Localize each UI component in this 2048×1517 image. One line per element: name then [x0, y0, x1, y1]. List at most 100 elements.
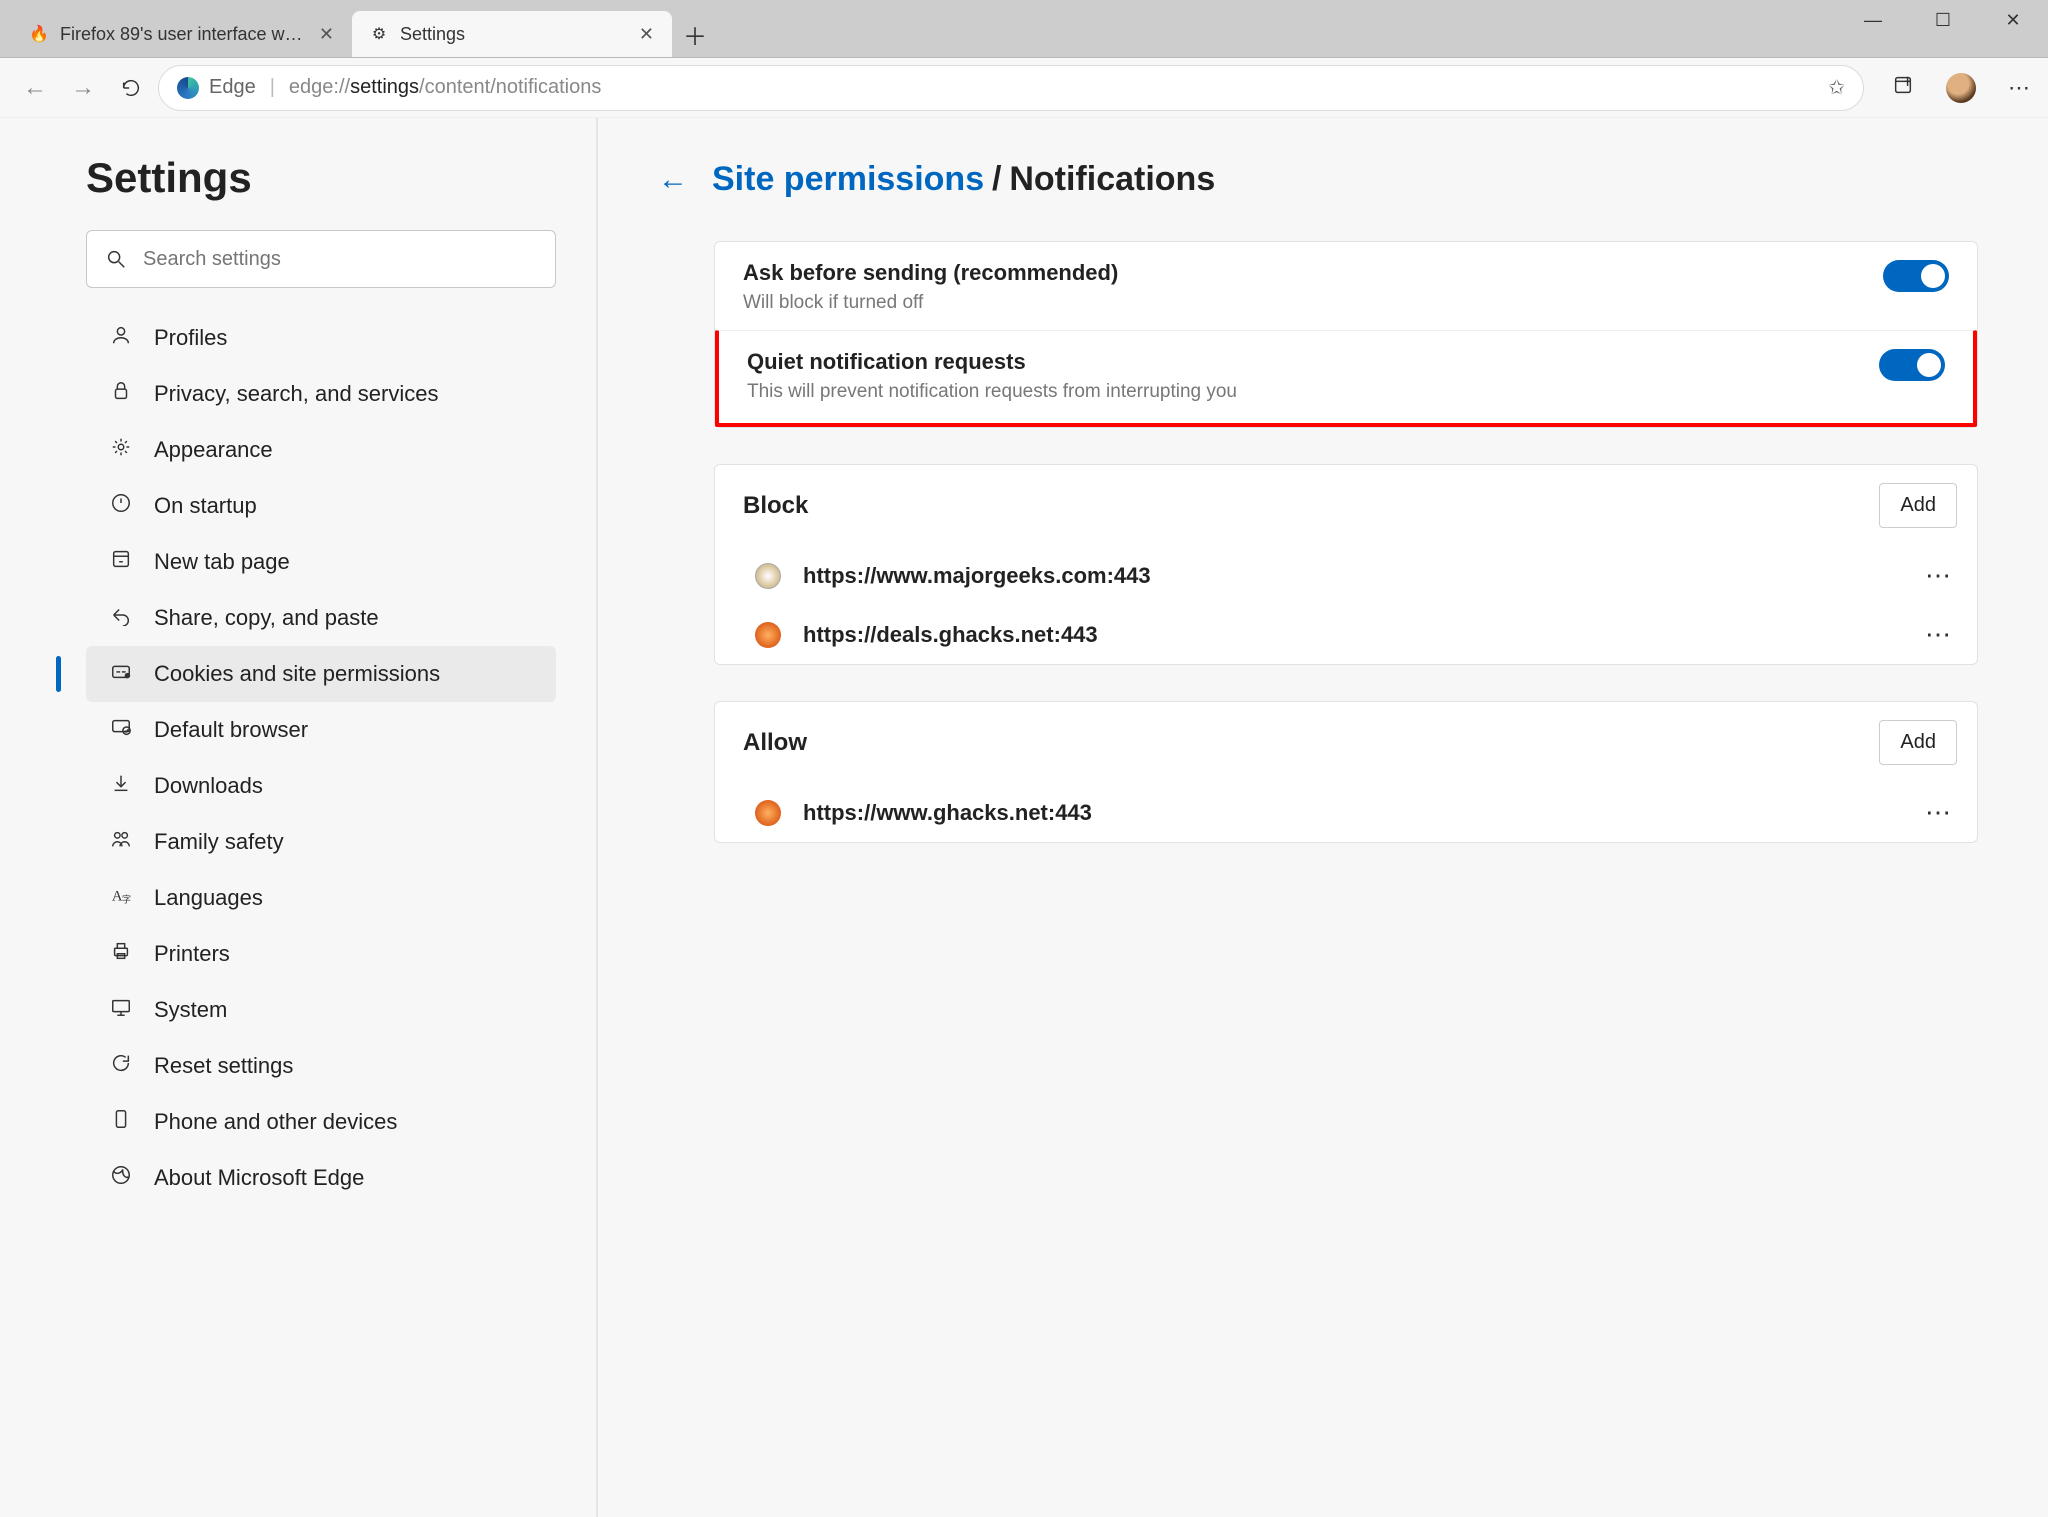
allow-card: Allow Add https://www.ghacks.net:443 ⋯ [714, 701, 1978, 843]
site-more-button[interactable]: ⋯ [1925, 560, 1953, 591]
tab-firefox[interactable]: 🔥 Firefox 89's user interface will be ✕ [12, 11, 352, 57]
site-row: https://www.majorgeeks.com:443⋯ [715, 546, 1977, 605]
refresh-button[interactable] [110, 67, 152, 109]
sidebar-item-icon [108, 828, 134, 856]
site-more-button[interactable]: ⋯ [1925, 619, 1953, 650]
settings-main: ← Site permissions / Notifications Ask b… [598, 118, 2048, 1517]
sidebar-item-label: Profiles [154, 325, 227, 351]
sidebar-item-label: Appearance [154, 437, 273, 463]
back-arrow-icon[interactable]: ← [658, 163, 688, 197]
sidebar-item-printers[interactable]: Printers [86, 926, 556, 982]
sidebar-item-label: Reset settings [154, 1053, 293, 1079]
sidebar-item-label: About Microsoft Edge [154, 1165, 364, 1191]
site-url: https://deals.ghacks.net:443 [803, 622, 1903, 648]
site-favicon [755, 563, 781, 589]
breadcrumb-current: Notifications [1009, 160, 1215, 198]
sidebar-item-label: Share, copy, and paste [154, 605, 379, 631]
maximize-button[interactable]: ☐ [1908, 0, 1978, 57]
sidebar-item-icon [108, 324, 134, 352]
notification-settings-card: Ask before sending (recommended) Will bl… [714, 241, 1978, 428]
search-input[interactable] [143, 248, 537, 271]
sidebar-item-label: Phone and other devices [154, 1109, 397, 1135]
sidebar-item-family-safety[interactable]: Family safety [86, 814, 556, 870]
sidebar-item-cookies-and-site-permissions[interactable]: Cookies and site permissions [86, 646, 556, 702]
address-bar-row: ← → Edge | edge://settings/content/notif… [0, 58, 2048, 118]
setting-quiet-notifications: Quiet notification requests This will pr… [715, 330, 1977, 427]
sidebar-item-about-microsoft-edge[interactable]: About Microsoft Edge [86, 1150, 556, 1206]
sidebar-item-label: Downloads [154, 773, 263, 799]
sidebar-item-icon [108, 1052, 134, 1080]
setting-ask-before-sending: Ask before sending (recommended) Will bl… [715, 242, 1977, 334]
svg-text:字: 字 [122, 893, 131, 904]
refresh-icon [120, 77, 142, 99]
sidebar-item-icon [108, 548, 134, 576]
search-settings-box[interactable] [86, 230, 556, 288]
sidebar-item-appearance[interactable]: Appearance [86, 422, 556, 478]
sidebar-item-reset-settings[interactable]: Reset settings [86, 1038, 556, 1094]
toggle-quiet-notifications[interactable] [1879, 349, 1945, 381]
setting-title: Quiet notification requests [747, 349, 1859, 375]
site-url: https://www.ghacks.net:443 [803, 800, 1903, 826]
page-title: Settings [86, 154, 556, 202]
breadcrumb-parent-link[interactable]: Site permissions [712, 160, 984, 198]
sidebar-item-label: Privacy, search, and services [154, 381, 438, 407]
window-controls: — ☐ ✕ [1838, 0, 2048, 57]
close-icon[interactable]: ✕ [633, 22, 660, 47]
sidebar-item-privacy-search-and-services[interactable]: Privacy, search, and services [86, 366, 556, 422]
block-header: Block Add [715, 465, 1977, 546]
more-menu-button[interactable]: ⋯ [2004, 75, 2034, 101]
toggle-ask-before-sending[interactable] [1883, 260, 1949, 292]
collections-icon[interactable] [1888, 74, 1918, 102]
sidebar-item-icon [108, 604, 134, 632]
sidebar-item-system[interactable]: System [86, 982, 556, 1038]
title-bar: 🔥 Firefox 89's user interface will be ✕ … [0, 0, 2048, 58]
site-more-button[interactable]: ⋯ [1925, 797, 1953, 828]
setting-desc: Will block if turned off [743, 292, 1863, 314]
tabs: 🔥 Firefox 89's user interface will be ✕ … [0, 0, 718, 57]
new-tab-button[interactable]: ＋ [672, 11, 718, 57]
sidebar-item-downloads[interactable]: Downloads [86, 758, 556, 814]
sidebar-item-icon [108, 492, 134, 520]
sidebar-item-icon [108, 716, 134, 744]
sidebar-item-label: Languages [154, 885, 263, 911]
favorite-button[interactable]: ✩ [1828, 75, 1845, 100]
sidebar-item-label: System [154, 997, 227, 1023]
minimize-button[interactable]: — [1838, 0, 1908, 57]
site-row: https://deals.ghacks.net:443 ⋯ [715, 605, 1977, 664]
sidebar-item-label: On startup [154, 493, 257, 519]
tab-settings[interactable]: ⚙ Settings ✕ [352, 11, 672, 57]
sidebar-item-icon [108, 660, 134, 688]
close-window-button[interactable]: ✕ [1978, 0, 2048, 57]
add-block-button[interactable]: Add [1879, 483, 1957, 528]
sidebar-item-share-copy-and-paste[interactable]: Share, copy, and paste [86, 590, 556, 646]
address-bar[interactable]: Edge | edge://settings/content/notificat… [158, 65, 1864, 111]
search-icon [105, 248, 127, 270]
sidebar-item-icon [108, 1108, 134, 1136]
sidebar-item-languages[interactable]: A字Languages [86, 870, 556, 926]
url-display: edge://settings/content/notifications [289, 76, 601, 99]
allow-header: Allow Add [715, 702, 1977, 783]
sidebar-item-phone-and-other-devices[interactable]: Phone and other devices [86, 1094, 556, 1150]
edge-chip: Edge [177, 76, 256, 99]
site-row: https://www.ghacks.net:443 ⋯ [715, 783, 1977, 842]
sidebar-item-icon [108, 436, 134, 464]
setting-desc: This will prevent notification requests … [747, 381, 1859, 403]
block-title: Block [743, 492, 1879, 520]
block-card: Block Add https://www.majorgeeks.com:443… [714, 464, 1978, 665]
add-allow-button[interactable]: Add [1879, 720, 1957, 765]
back-button[interactable]: ← [14, 67, 56, 109]
allow-title: Allow [743, 729, 1879, 757]
gear-icon: ⚙ [368, 23, 390, 45]
chip-label: Edge [209, 76, 256, 99]
sidebar-item-label: Cookies and site permissions [154, 661, 440, 687]
sidebar-item-new-tab-page[interactable]: New tab page [86, 534, 556, 590]
fire-icon: 🔥 [28, 23, 50, 45]
close-icon[interactable]: ✕ [313, 22, 340, 47]
profile-avatar[interactable] [1946, 73, 1976, 103]
sidebar-item-default-browser[interactable]: Default browser [86, 702, 556, 758]
sidebar-item-on-startup[interactable]: On startup [86, 478, 556, 534]
settings-nav: Profiles Privacy, search, and services App… [86, 310, 556, 1206]
sidebar-item-profiles[interactable]: Profiles [86, 310, 556, 366]
site-favicon [755, 622, 781, 648]
edge-logo-icon [177, 77, 199, 99]
